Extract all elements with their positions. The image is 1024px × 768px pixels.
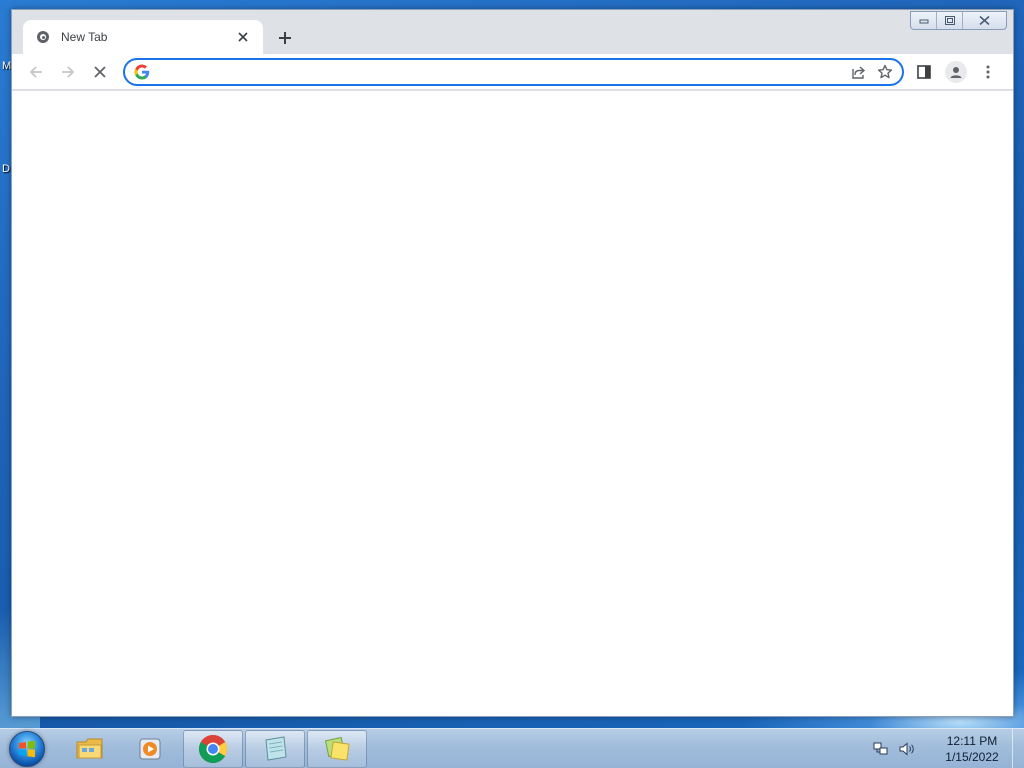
chrome-menu-button[interactable] — [975, 59, 1001, 85]
side-panel-icon — [917, 65, 931, 79]
speaker-icon — [899, 742, 914, 756]
network-icon — [873, 742, 888, 755]
media-player-icon — [139, 738, 161, 760]
clock-time: 12:11 PM — [946, 734, 998, 748]
minimize-button[interactable] — [911, 12, 937, 29]
taskbar-item-media-player[interactable] — [120, 730, 180, 768]
taskbar-item-explorer[interactable] — [60, 730, 120, 768]
close-icon[interactable] — [233, 27, 253, 47]
windows-logo-icon — [9, 731, 45, 767]
side-panel-button[interactable] — [911, 59, 937, 85]
close-window-button[interactable] — [963, 12, 1006, 29]
restore-icon — [944, 16, 955, 25]
share-button[interactable] — [846, 60, 872, 84]
system-tray: 12:11 PM 1/15/2022 — [870, 729, 1024, 768]
volume-button[interactable] — [896, 738, 918, 760]
bookmark-star-button[interactable] — [872, 60, 898, 84]
stop-button[interactable] — [87, 59, 113, 85]
taskbar-item-notepad[interactable] — [245, 730, 305, 768]
desktop: M D New Tab 12:11 PM 1/15/2022 — [0, 0, 1024, 768]
clock-date: 1/15/2022 — [945, 750, 999, 764]
clock[interactable]: 12:11 PM 1/15/2022 — [932, 733, 1012, 765]
forward-button[interactable] — [55, 59, 81, 85]
new-tab-button[interactable] — [272, 25, 298, 51]
page-content — [12, 91, 1013, 716]
chrome-icon — [199, 735, 227, 763]
stop-icon — [94, 66, 106, 78]
address-bar[interactable] — [123, 58, 904, 86]
taskbar-item-chrome[interactable] — [183, 730, 243, 768]
folder-icon — [76, 738, 103, 759]
google-g-icon — [134, 64, 150, 80]
chrome-favicon-icon — [37, 31, 49, 43]
arrow-right-icon — [62, 66, 75, 78]
maximize-button[interactable] — [937, 12, 963, 29]
tab-new-tab[interactable]: New Tab — [23, 20, 263, 54]
share-icon — [852, 66, 866, 79]
tab-strip: New Tab — [12, 10, 1013, 54]
desktop-icon-label-partial[interactable]: D — [2, 163, 10, 175]
network-button[interactable] — [870, 738, 892, 760]
sticky-notes-icon — [324, 736, 350, 761]
back-button[interactable] — [23, 59, 49, 85]
star-icon — [877, 64, 893, 79]
address-input[interactable] — [158, 62, 846, 82]
taskbar-item-sticky-notes[interactable] — [307, 730, 367, 768]
tab-title: New Tab — [61, 30, 108, 44]
arrow-left-icon — [29, 66, 42, 78]
profile-icon — [950, 67, 962, 78]
start-button[interactable] — [6, 730, 48, 768]
taskbar: 12:11 PM 1/15/2022 — [0, 728, 1024, 768]
window-caption-buttons — [910, 11, 1007, 30]
close-icon — [979, 16, 990, 25]
browser-toolbar — [12, 54, 1013, 90]
plus-icon — [279, 32, 291, 44]
avatar — [945, 61, 967, 83]
profile-button[interactable] — [943, 59, 969, 85]
minimize-icon — [919, 19, 928, 23]
desktop-icon-label-partial[interactable]: M — [2, 60, 11, 72]
show-desktop-button[interactable] — [1012, 729, 1024, 768]
browser-window: New Tab — [11, 9, 1014, 717]
kebab-menu-icon — [986, 65, 990, 79]
notepad-icon — [265, 736, 287, 761]
